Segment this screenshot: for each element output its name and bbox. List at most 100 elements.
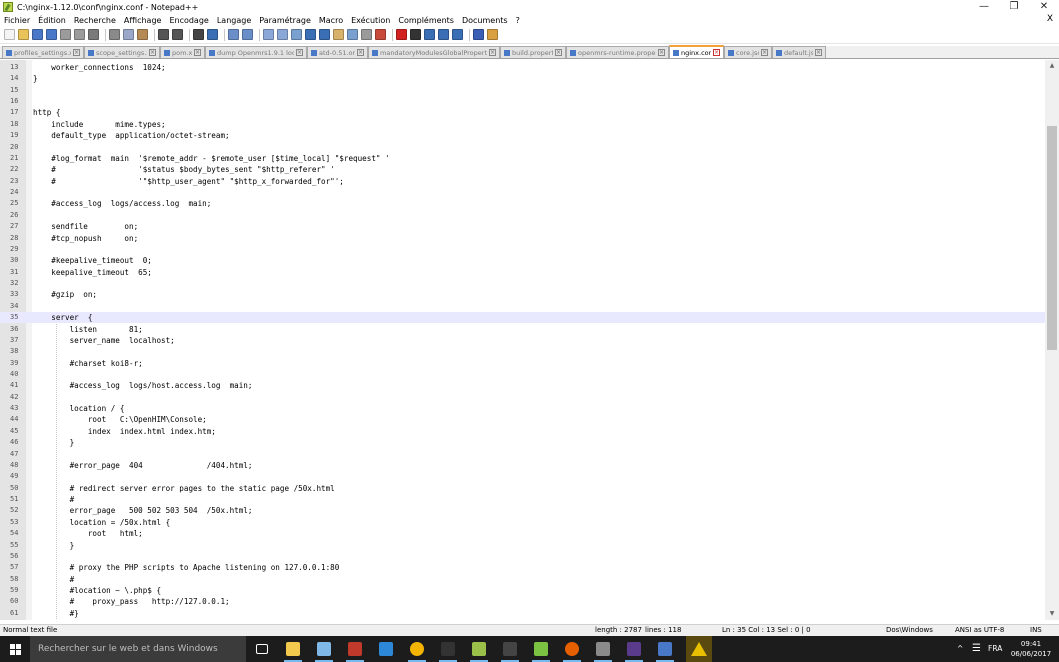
code-line[interactable]: 43 location / {: [0, 403, 1045, 414]
indent-guide-icon[interactable]: [319, 29, 330, 40]
paste-icon[interactable]: [137, 29, 148, 40]
udl-icon[interactable]: [333, 29, 344, 40]
folder-workspace-icon[interactable]: [375, 29, 386, 40]
code-line[interactable]: 27 sendfile on;: [0, 221, 1045, 232]
find-icon[interactable]: [193, 29, 204, 40]
code-line[interactable]: 47: [0, 449, 1045, 460]
tab-default-json[interactable]: default.json×: [772, 46, 826, 58]
tray-chevron-icon[interactable]: ^: [957, 636, 963, 662]
chrome-icon[interactable]: [407, 639, 427, 662]
code-line[interactable]: 50 # redirect server error pages to the …: [0, 483, 1045, 494]
code-line[interactable]: 25 #access_log logs/access.log main;: [0, 198, 1045, 209]
tab-atd-0-51-omod[interactable]: atd-0.51.omod×: [307, 46, 368, 58]
code-line[interactable]: 52 error_page 500 502 503 504 /50x.html;: [0, 505, 1045, 516]
scrollbar-thumb[interactable]: [1047, 126, 1057, 350]
tab-close-icon[interactable]: ×: [489, 49, 496, 56]
code-line[interactable]: 58 #: [0, 574, 1045, 585]
tab-dump-openmrs1-9-1-local-sql[interactable]: dump Openmrs1.9.1 local.sql×: [205, 46, 307, 58]
code-line[interactable]: 15: [0, 85, 1045, 96]
tab-profiles-settings-xml[interactable]: profiles_settings.xml×: [2, 46, 84, 58]
tab-build-properties[interactable]: build.properties×: [500, 46, 566, 58]
save-all-icon[interactable]: [46, 29, 57, 40]
print-icon[interactable]: [88, 29, 99, 40]
all-chars-icon[interactable]: [305, 29, 316, 40]
cut-icon[interactable]: [109, 29, 120, 40]
menu-item[interactable]: Fichier: [4, 16, 30, 25]
firefox-icon[interactable]: [562, 639, 582, 662]
wrap-icon[interactable]: [291, 29, 302, 40]
zoom-in-icon[interactable]: [228, 29, 239, 40]
warning-icon[interactable]: [686, 636, 712, 662]
tab-close-icon[interactable]: ×: [296, 49, 303, 56]
tab-close-icon[interactable]: ×: [815, 49, 822, 56]
tab-close-icon[interactable]: ×: [73, 49, 80, 56]
code-line[interactable]: 31 keepalive_timeout 65;: [0, 267, 1045, 278]
code-line[interactable]: 40: [0, 369, 1045, 380]
network-tool-icon[interactable]: [593, 639, 613, 662]
code-line[interactable]: 28 #tcp_nopush on;: [0, 233, 1045, 244]
tab-core-json[interactable]: core.json×: [724, 46, 772, 58]
code-line[interactable]: 30 #keepalive_timeout 0;: [0, 255, 1045, 266]
menu-item[interactable]: ?: [516, 16, 520, 25]
menu-item[interactable]: Documents: [462, 16, 508, 25]
redo-icon[interactable]: [172, 29, 183, 40]
menu-item[interactable]: Affichage: [124, 16, 162, 25]
code-line[interactable]: 59 #location ~ \.php$ {: [0, 585, 1045, 596]
code-line[interactable]: 20: [0, 142, 1045, 153]
code-line[interactable]: 51 #: [0, 494, 1045, 505]
text-editor[interactable]: 13 worker_connections 1024; 14} 15 16 17 http…: [0, 60, 1045, 620]
undo-icon[interactable]: [158, 29, 169, 40]
code-line[interactable]: 49: [0, 471, 1045, 482]
menu-item[interactable]: Édition: [38, 16, 66, 25]
plugin-icon[interactable]: [487, 29, 498, 40]
menu-item[interactable]: Encodage: [169, 16, 208, 25]
save-macro-icon[interactable]: [452, 29, 463, 40]
menu-item[interactable]: Exécution: [351, 16, 390, 25]
sync-h-icon[interactable]: [277, 29, 288, 40]
code-line[interactable]: 56: [0, 551, 1045, 562]
code-line[interactable]: 32: [0, 278, 1045, 289]
code-line[interactable]: 38: [0, 346, 1045, 357]
menu-item[interactable]: Recherche: [74, 16, 116, 25]
notepadpp-icon[interactable]: [469, 639, 489, 662]
sync-v-icon[interactable]: [263, 29, 274, 40]
tab-openmrs-runtime-properties[interactable]: openmrs-runtime.properties×: [566, 46, 669, 58]
copy-icon[interactable]: [123, 29, 134, 40]
code-line[interactable]: 14}: [0, 73, 1045, 84]
code-line[interactable]: 34: [0, 301, 1045, 312]
eclipse-icon[interactable]: [624, 639, 644, 662]
tab-close-icon[interactable]: ×: [658, 49, 665, 56]
tab-pom-xml[interactable]: pom.xml×: [160, 46, 205, 58]
code-line[interactable]: 44 root C:\OpenHIM\Console;: [0, 414, 1045, 425]
code-line[interactable]: 16: [0, 96, 1045, 107]
code-line[interactable]: 23 # '"$http_user_agent" "$http_x_forwar…: [0, 176, 1045, 187]
func-list-icon[interactable]: [361, 29, 372, 40]
action-center-icon[interactable]: ☰: [972, 636, 981, 662]
maximize-button[interactable]: ❐: [999, 0, 1029, 14]
code-line[interactable]: 46 }: [0, 437, 1045, 448]
code-line[interactable]: 22 # '$status $body_bytes_sent "$http_re…: [0, 164, 1045, 175]
close-button[interactable]: ✕: [1029, 0, 1059, 14]
code-line[interactable]: 39 #charset koi8-r;: [0, 358, 1045, 369]
file-explorer-icon[interactable]: [283, 639, 303, 662]
code-line[interactable]: 42: [0, 392, 1045, 403]
code-line[interactable]: 37 server_name localhost;: [0, 335, 1045, 346]
code-line[interactable]: 18 include mime.types;: [0, 119, 1045, 130]
play-multi-icon[interactable]: [438, 29, 449, 40]
tab-close-icon[interactable]: ×: [357, 49, 364, 56]
code-line[interactable]: 21 #log_format main '$remote_addr - $rem…: [0, 153, 1045, 164]
close-icon[interactable]: [60, 29, 71, 40]
code-line[interactable]: 17 http {: [0, 107, 1045, 118]
tab-nginx-conf[interactable]: nginx.conf×: [669, 45, 724, 58]
code-line[interactable]: 60 # proxy_pass http://127.0.0.1;: [0, 596, 1045, 607]
save-icon[interactable]: [32, 29, 43, 40]
code-line[interactable]: 48 #error_page 404 /404.html;: [0, 460, 1045, 471]
taskbar-clock[interactable]: 09:41 06/06/2017: [1005, 639, 1057, 659]
open-file-icon[interactable]: [18, 29, 29, 40]
taskbar-search-box[interactable]: Rechercher sur le web et dans Windows: [30, 636, 246, 662]
remote-desktop-icon[interactable]: [376, 639, 396, 659]
code-line[interactable]: 26: [0, 210, 1045, 221]
close-document-button[interactable]: X: [1047, 14, 1053, 24]
doc-map-icon[interactable]: [347, 29, 358, 40]
code-line[interactable]: 61 #}: [0, 608, 1045, 619]
